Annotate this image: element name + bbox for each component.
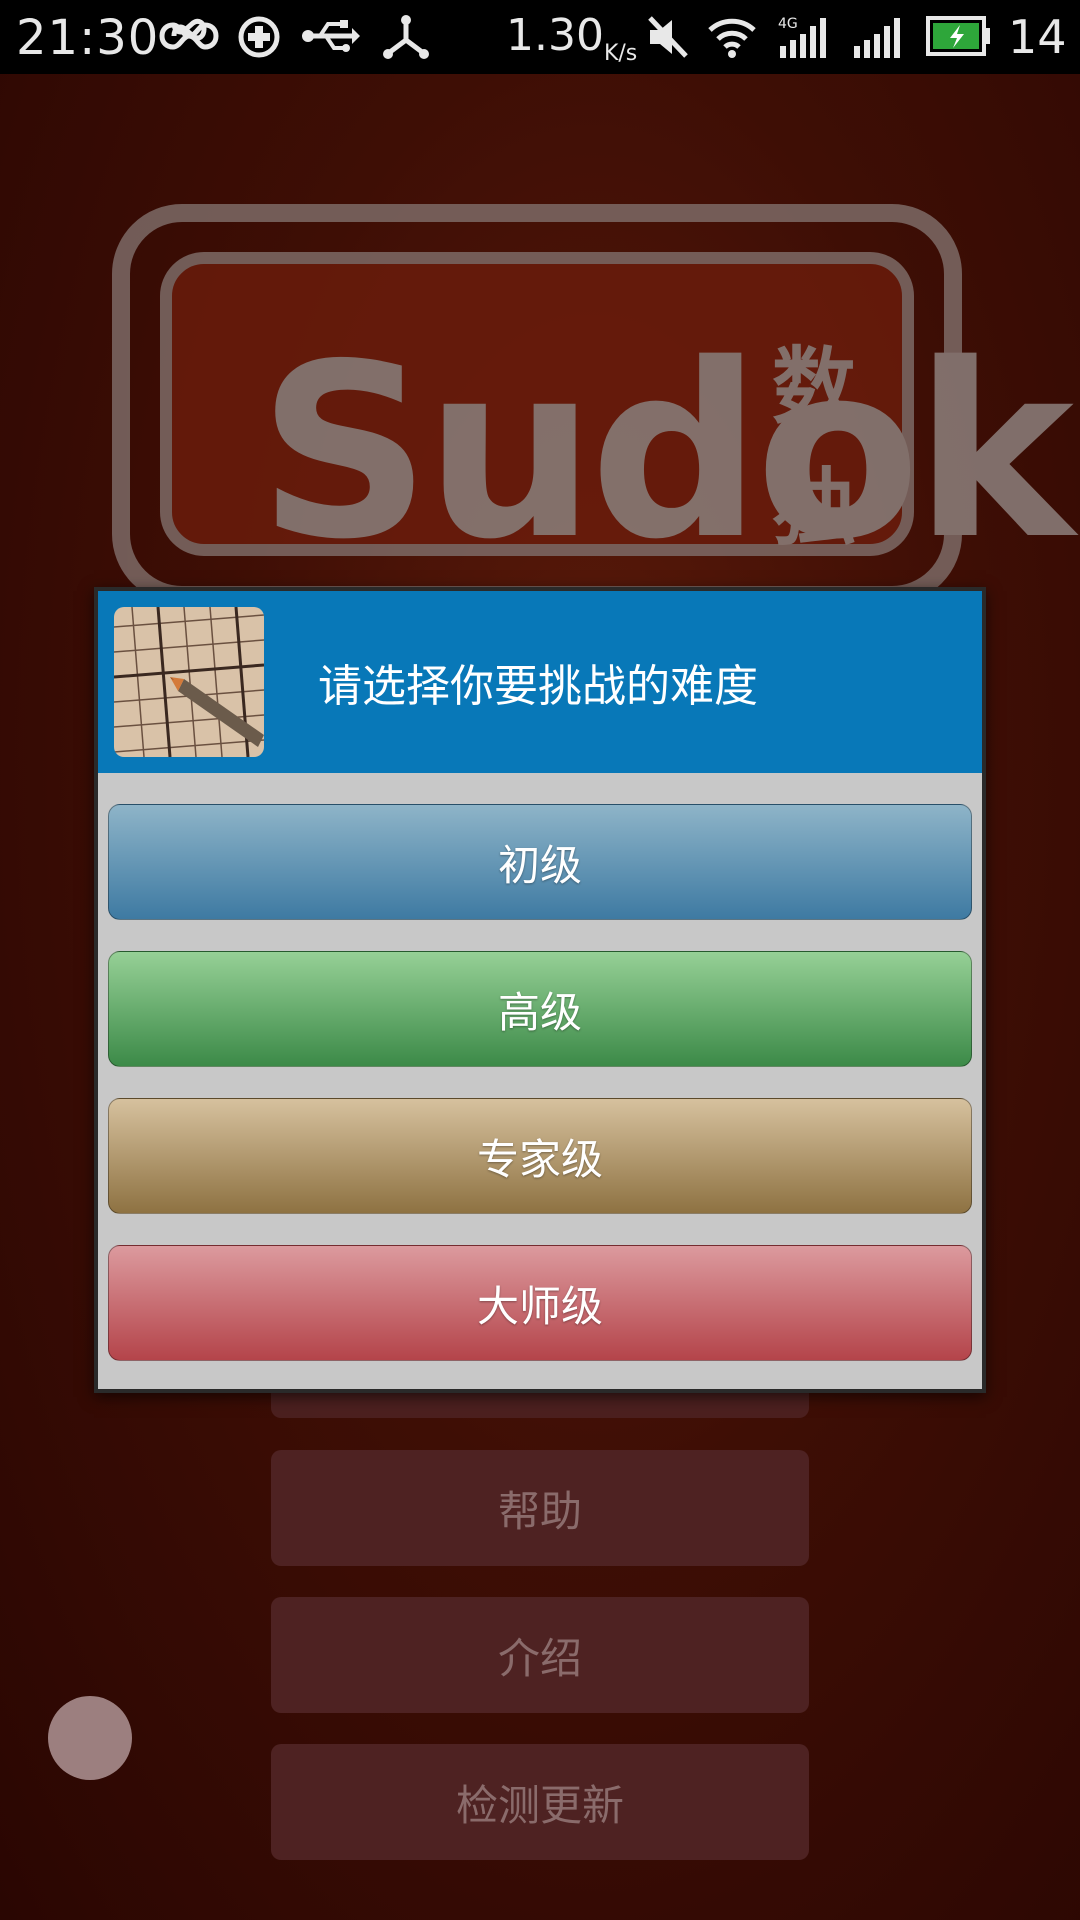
app-logo: Sudoku 数独 [112, 204, 1080, 604]
signal-4g-icon: 4G [778, 16, 826, 58]
infinity-icon [159, 18, 219, 50]
speed-value: 1.30 [506, 10, 604, 61]
status-time: 21:30 [16, 10, 160, 66]
usb-icon [302, 20, 360, 52]
network-label: 4G [778, 16, 798, 32]
mute-icon [648, 16, 688, 58]
network-speed: 1.30K/s [506, 10, 637, 66]
check-update-button[interactable]: 检测更新 [271, 1744, 809, 1860]
sudoku-pencil-image [114, 607, 264, 757]
battery-level: 14 [1008, 10, 1067, 64]
level-expert-button[interactable]: 专家级 [108, 1098, 972, 1214]
speed-unit: K/s [603, 40, 638, 66]
screen: 21:30 1.30K/s 4G 14 Sudok 数独 帮助 介绍 检测更新 … [0, 0, 1080, 1920]
sync-icon [238, 16, 280, 58]
level-beginner-button[interactable]: 初级 [108, 804, 972, 920]
logo-frame: Sudoku 数独 [160, 252, 1080, 572]
floating-action-button[interactable] [48, 1696, 132, 1780]
share-icon [383, 15, 429, 59]
intro-button[interactable]: 介绍 [271, 1597, 809, 1713]
dialog-header: 请选择你要挑战的难度 [98, 591, 982, 773]
level-master-button[interactable]: 大师级 [108, 1245, 972, 1361]
difficulty-dialog: 请选择你要挑战的难度 初级 高级 专家级 大师级 [94, 587, 986, 1393]
status-bar: 21:30 1.30K/s 4G 14 [0, 0, 1080, 74]
dialog-title: 请选择你要挑战的难度 [318, 661, 758, 712]
logo-text: Sudoku [258, 312, 1080, 592]
help-button[interactable]: 帮助 [271, 1450, 809, 1566]
signal-icon [854, 18, 900, 58]
battery-charging-icon [926, 16, 990, 56]
logo-cn-text: 数独 [772, 338, 857, 557]
wifi-icon [708, 18, 756, 58]
level-advanced-button[interactable]: 高级 [108, 951, 972, 1067]
